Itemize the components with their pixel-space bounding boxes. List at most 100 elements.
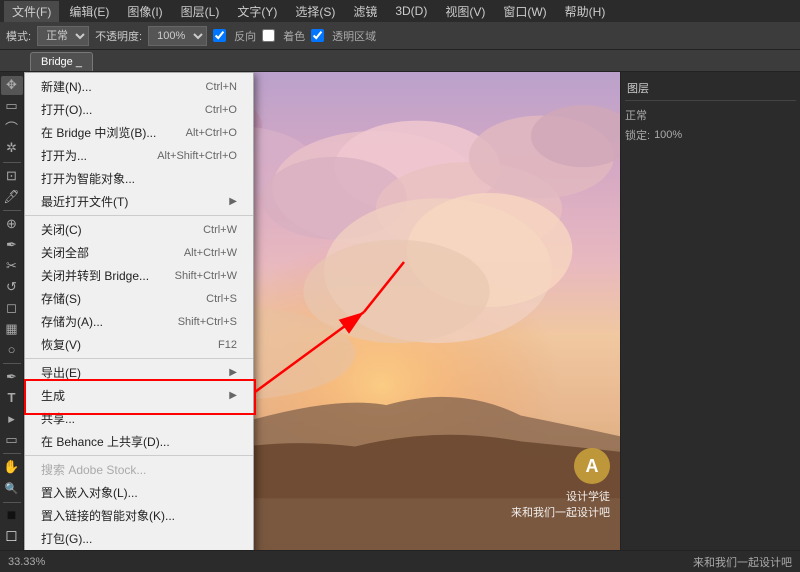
menu-item-place-embedded[interactable]: 置入嵌入对象(L)... xyxy=(25,481,253,504)
options-bar: 模式: 正常 不透明度: 100% 反向 着色 透明区域 xyxy=(0,22,800,50)
dodge-tool[interactable]: ○ xyxy=(1,340,23,359)
clone-tool[interactable]: ✂ xyxy=(1,257,23,276)
menu-sep-1 xyxy=(25,215,253,216)
pen-tool[interactable]: ✒ xyxy=(1,368,23,387)
menu-item-revert[interactable]: 恢复(V) F12 xyxy=(25,333,253,356)
watermark-logo: A xyxy=(574,448,610,484)
invert-checkbox[interactable] xyxy=(213,29,226,42)
invert-label: 反向 xyxy=(234,28,256,44)
menu-item-view[interactable]: 视图(V) xyxy=(437,1,493,22)
rect-select-tool[interactable]: ▭ xyxy=(1,97,23,116)
mode-select[interactable]: 正常 xyxy=(37,26,89,46)
file-dropdown-menu: 新建(N)... Ctrl+N 打开(O)... Ctrl+O 在 Bridge… xyxy=(24,72,254,550)
menu-item-open[interactable]: 打开(O)... Ctrl+O xyxy=(25,98,253,121)
status-zoom: 33.33% xyxy=(8,556,45,568)
eraser-tool[interactable]: ◻ xyxy=(1,298,23,317)
history-brush-tool[interactable]: ↺ xyxy=(1,277,23,296)
menu-item-share[interactable]: 共享... xyxy=(25,407,253,430)
menu-item-browse-bridge[interactable]: 在 Bridge 中浏览(B)... Alt+Ctrl+O xyxy=(25,121,253,144)
menu-item-revert-shortcut: F12 xyxy=(218,339,237,351)
menu-item-layer[interactable]: 图层(L) xyxy=(173,1,228,22)
menu-item-close-all-shortcut: Alt+Ctrl+W xyxy=(184,247,237,259)
hand-tool[interactable]: ✋ xyxy=(1,458,23,477)
opacity-label: 不透明度: xyxy=(95,28,142,44)
transparent-checkbox[interactable] xyxy=(311,29,324,42)
panel-opacity-label: 锁定: xyxy=(625,127,650,143)
right-panel: 图层 正常 锁定: 100% xyxy=(620,72,800,550)
menu-item-generate[interactable]: 生成 ▶ xyxy=(25,384,253,407)
menu-item-save-as[interactable]: 存储为(A)... Shift+Ctrl+S xyxy=(25,310,253,333)
menu-item-generate-arrow: ▶ xyxy=(229,390,237,401)
tab-bar: Bridge _ xyxy=(0,50,800,72)
canvas-area: 新建(N)... Ctrl+N 打开(O)... Ctrl+O 在 Bridge… xyxy=(24,72,620,550)
zoom-tool[interactable]: 🔍 xyxy=(1,479,23,498)
menu-item-close-bridge[interactable]: 关闭并转到 Bridge... Shift+Ctrl+W xyxy=(25,264,253,287)
menu-item-open-smart[interactable]: 打开为智能对象... xyxy=(25,167,253,190)
menu-item-new-shortcut: Ctrl+N xyxy=(206,81,237,93)
panel-opacity-value: 100% xyxy=(654,129,682,141)
watermark-site-name: 设计学徒 xyxy=(511,488,610,504)
menu-item-close-all[interactable]: 关闭全部 Alt+Ctrl+W xyxy=(25,241,253,264)
menu-item-save[interactable]: 存储(S) Ctrl+S xyxy=(25,287,253,310)
background-color[interactable]: □ xyxy=(1,527,23,546)
menu-item-close[interactable]: 关闭(C) Ctrl+W xyxy=(25,218,253,241)
menu-item-export[interactable]: 导出(E) ▶ xyxy=(25,361,253,384)
menu-item-open-as[interactable]: 打开为... Alt+Shift+Ctrl+O xyxy=(25,144,253,167)
watermark: A 设计学徒 来和我们一起设计吧 xyxy=(511,448,610,520)
menu-item-browse-bridge-label: 在 Bridge 中浏览(B)... xyxy=(41,124,156,141)
panel-mode-label: 正常 xyxy=(625,107,647,123)
move-tool[interactable]: ✥ xyxy=(1,76,23,95)
menu-item-save-as-shortcut: Shift+Ctrl+S xyxy=(178,316,237,328)
watermark-tagline: 来和我们一起设计吧 xyxy=(511,504,610,520)
menu-item-share-behance[interactable]: 在 Behance 上共享(D)... xyxy=(25,430,253,453)
menu-item-close-bridge-label: 关闭并转到 Bridge... xyxy=(41,267,149,284)
path-select-tool[interactable]: ▸ xyxy=(1,409,23,428)
menu-item-3d[interactable]: 3D(D) xyxy=(387,2,435,20)
opacity-select[interactable]: 100% xyxy=(148,26,207,46)
menu-item-package-label: 打包(G)... xyxy=(41,530,92,547)
menu-item-search-stock[interactable]: 搜索 Adobe Stock... xyxy=(25,458,253,481)
lasso-tool[interactable]: ⌒ xyxy=(1,118,23,137)
menu-bar: 文件(F) 编辑(E) 图像(I) 图层(L) 文字(Y) 选择(S) 滤镜 3… xyxy=(0,0,800,22)
menu-item-open-smart-label: 打开为智能对象... xyxy=(41,170,135,187)
menu-item-type[interactable]: 文字(Y) xyxy=(229,1,285,22)
watermark-logo-text: A xyxy=(586,456,599,477)
colorize-checkbox[interactable] xyxy=(262,29,275,42)
brush-tool[interactable]: ✒ xyxy=(1,236,23,255)
menu-sep-2 xyxy=(25,358,253,359)
gradient-tool[interactable]: ▦ xyxy=(1,319,23,338)
menu-item-filter[interactable]: 滤镜 xyxy=(345,1,385,22)
shape-tool[interactable]: ▭ xyxy=(1,430,23,449)
menu-item-place-linked-label: 置入链接的智能对象(K)... xyxy=(41,507,175,524)
menu-item-new[interactable]: 新建(N)... Ctrl+N xyxy=(25,75,253,98)
menu-item-recent[interactable]: 最近打开文件(T) ▶ xyxy=(25,190,253,213)
crop-tool[interactable]: ⊡ xyxy=(1,166,23,185)
menu-item-close-bridge-shortcut: Shift+Ctrl+W xyxy=(175,270,237,282)
tab-bridge[interactable]: Bridge _ xyxy=(30,52,93,71)
menu-item-help[interactable]: 帮助(H) xyxy=(557,1,614,22)
menu-item-share-behance-label: 在 Behance 上共享(D)... xyxy=(41,433,170,450)
menu-item-edit[interactable]: 编辑(E) xyxy=(61,1,117,22)
panel-title: 图层 xyxy=(625,76,796,101)
menu-item-save-label: 存储(S) xyxy=(41,290,81,307)
menu-item-image[interactable]: 图像(I) xyxy=(119,1,170,22)
menu-item-file[interactable]: 文件(F) xyxy=(4,1,59,22)
menu-item-select[interactable]: 选择(S) xyxy=(287,1,343,22)
menu-item-export-label: 导出(E) xyxy=(41,364,81,381)
menu-item-package[interactable]: 打包(G)... xyxy=(25,527,253,550)
menu-item-search-stock-label: 搜索 Adobe Stock... xyxy=(41,461,146,478)
eyedropper-tool[interactable]: 🖊 xyxy=(1,187,23,206)
type-tool[interactable]: T xyxy=(1,389,23,408)
healing-tool[interactable]: ⊕ xyxy=(1,215,23,234)
menu-item-browse-bridge-shortcut: Alt+Ctrl+O xyxy=(186,127,237,139)
tool-divider-1 xyxy=(3,162,21,163)
status-info: 来和我们一起设计吧 xyxy=(693,554,792,570)
menu-item-place-linked[interactable]: 置入链接的智能对象(K)... xyxy=(25,504,253,527)
foreground-color[interactable]: ■ xyxy=(1,506,23,525)
menu-item-open-label: 打开(O)... xyxy=(41,101,92,118)
menu-item-window[interactable]: 窗口(W) xyxy=(495,1,554,22)
menu-item-place-embedded-label: 置入嵌入对象(L)... xyxy=(41,484,138,501)
magic-wand-tool[interactable]: ✲ xyxy=(1,139,23,158)
panel-opacity-row: 锁定: 100% xyxy=(625,125,796,145)
status-bar: 33.33% 来和我们一起设计吧 xyxy=(0,550,800,572)
